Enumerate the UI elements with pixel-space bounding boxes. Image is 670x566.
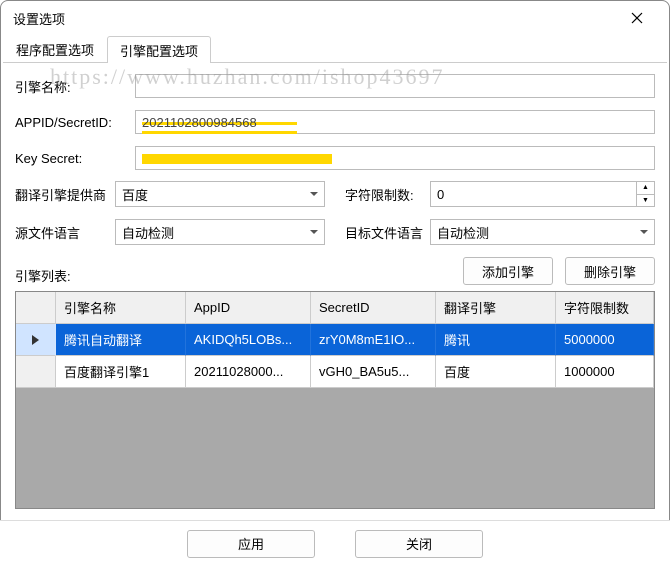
cell-engine: 百度: [436, 356, 556, 388]
cell-secret: vGH0_BA5u5...: [311, 356, 436, 388]
engine-table[interactable]: 引擎名称 AppID SecretID 翻译引擎 字符限制数 腾讯自动翻译 AK…: [15, 291, 655, 509]
engine-name-label: 引擎名称:: [15, 77, 135, 96]
row-indicator: [16, 356, 56, 388]
cell-name: 百度翻译引擎1: [56, 356, 186, 388]
apply-button[interactable]: 应用: [187, 530, 315, 558]
spinner-down-button[interactable]: ▼: [637, 195, 654, 207]
close-window-button[interactable]: [617, 1, 657, 35]
tgt-lang-label: 目标文件语言: [345, 223, 430, 242]
row-indicator: [16, 324, 56, 356]
tabbar: 程序配置选项 引擎配置选项: [3, 35, 667, 63]
engine-list-label: 引擎列表:: [15, 266, 71, 285]
window-title: 设置选项: [13, 9, 65, 28]
cell-limit: 1000000: [556, 356, 654, 388]
provider-value: 百度: [122, 185, 148, 204]
key-secret-input[interactable]: vGH0_BA5u5btMZIquLXt...: [135, 146, 655, 170]
table-row[interactable]: 百度翻译引擎1 20211028000... vGH0_BA5u5... 百度 …: [16, 356, 654, 388]
provider-select[interactable]: 百度: [115, 181, 325, 207]
src-lang-select[interactable]: 自动检测: [115, 219, 325, 245]
cell-appid: 20211028000...: [186, 356, 311, 388]
table-row[interactable]: 腾讯自动翻译 AKIDQh5LOBs... zrY0M8mE1IO... 腾讯 …: [16, 324, 654, 356]
tab-program[interactable]: 程序配置选项: [3, 35, 107, 62]
col-engine[interactable]: 翻译引擎: [436, 292, 556, 324]
key-secret-label: Key Secret:: [15, 151, 135, 166]
engine-name-input[interactable]: [135, 74, 655, 98]
provider-label: 翻译引擎提供商: [15, 185, 115, 204]
src-lang-label: 源文件语言: [15, 223, 115, 242]
char-limit-spinner[interactable]: ▲ ▼: [430, 181, 655, 207]
cell-secret: zrY0M8mE1IO...: [311, 324, 436, 356]
col-secret[interactable]: SecretID: [311, 292, 436, 324]
appid-label: APPID/SecretID:: [15, 115, 135, 130]
cell-engine: 腾讯: [436, 324, 556, 356]
appid-input[interactable]: 2021102800984568: [135, 110, 655, 134]
char-limit-input[interactable]: [431, 182, 636, 206]
remove-engine-button[interactable]: 删除引擎: [565, 257, 655, 285]
titlebar: 设置选项: [1, 1, 669, 35]
table-header: 引擎名称 AppID SecretID 翻译引擎 字符限制数: [16, 292, 654, 324]
spinner-up-button[interactable]: ▲: [637, 182, 654, 195]
dialog-footer: 应用 关闭: [0, 520, 670, 566]
col-limit[interactable]: 字符限制数: [556, 292, 654, 324]
cell-appid: AKIDQh5LOBs...: [186, 324, 311, 356]
tgt-lang-select[interactable]: 自动检测: [430, 219, 655, 245]
col-appid[interactable]: AppID: [186, 292, 311, 324]
redaction-mark-icon: [142, 154, 332, 164]
src-lang-value: 自动检测: [122, 223, 174, 242]
add-engine-button[interactable]: 添加引擎: [463, 257, 553, 285]
triangle-right-icon: [32, 335, 39, 345]
redaction-mark-icon: [142, 131, 297, 134]
char-limit-label: 字符限制数:: [345, 185, 430, 204]
tab-engine[interactable]: 引擎配置选项: [107, 36, 211, 63]
tgt-lang-value: 自动检测: [437, 223, 489, 242]
cell-limit: 5000000: [556, 324, 654, 356]
appid-value-text: 2021102800984568: [142, 115, 257, 130]
cell-name: 腾讯自动翻译: [56, 324, 186, 356]
close-button[interactable]: 关闭: [355, 530, 483, 558]
close-icon: [631, 12, 643, 24]
col-name[interactable]: 引擎名称: [56, 292, 186, 324]
